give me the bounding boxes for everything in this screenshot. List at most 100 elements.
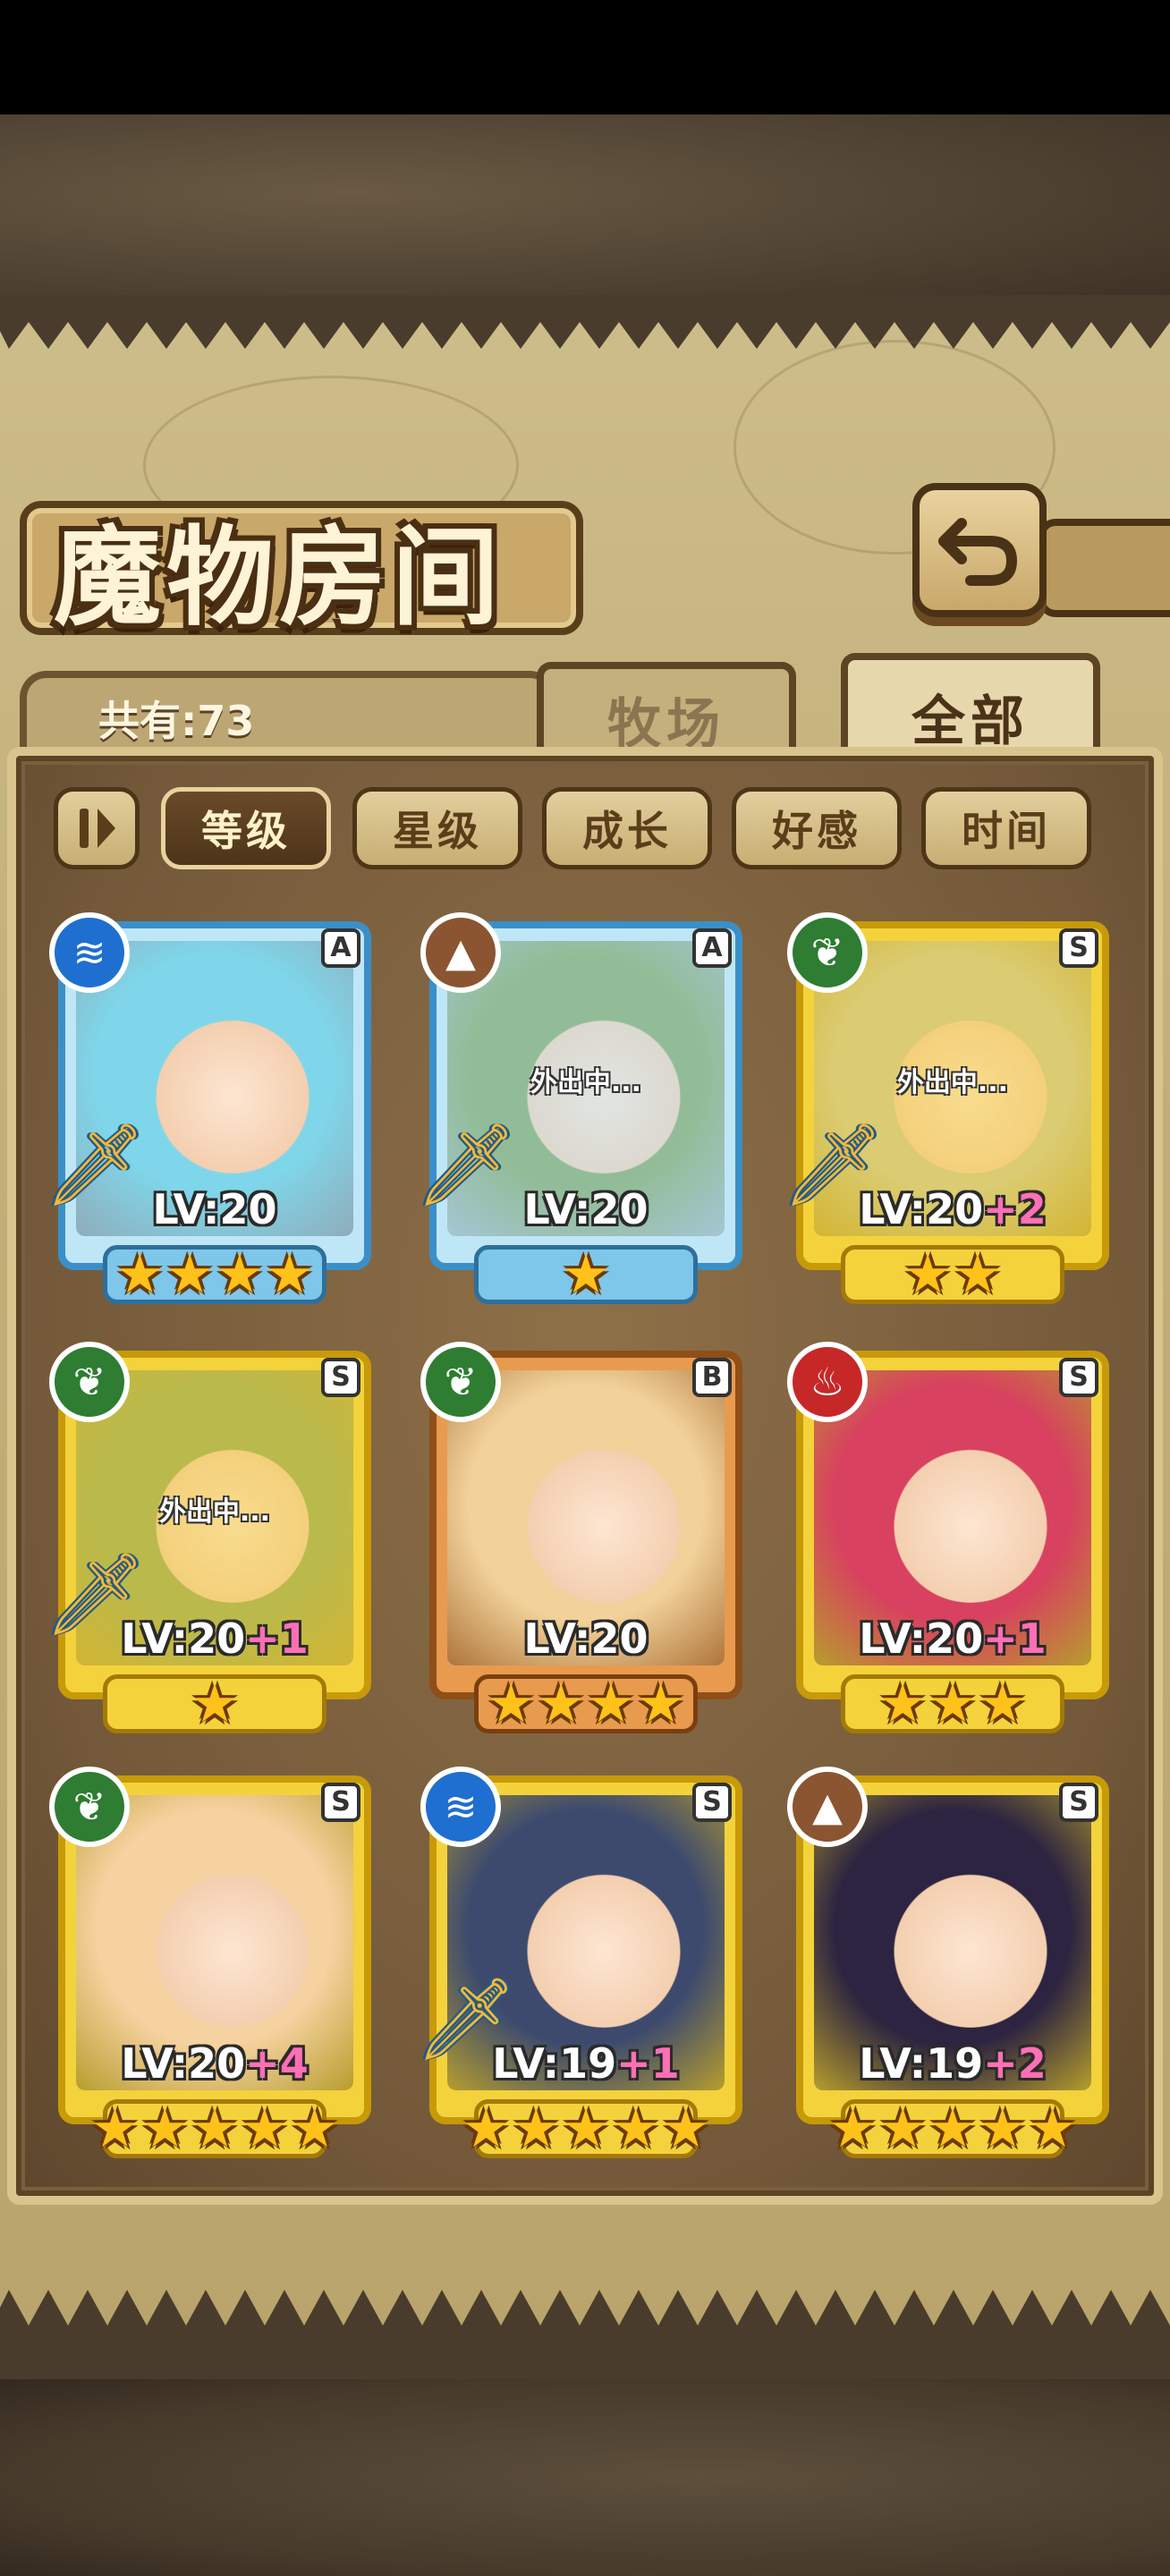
level-value: LV:20 [859, 1614, 984, 1663]
star-icon: ★ [90, 2097, 140, 2160]
star-icon: ★ [462, 2097, 511, 2160]
sort-affection-button[interactable]: 好感 [732, 787, 902, 869]
star-rating: ★ [474, 1245, 698, 1304]
star-icon: ★ [636, 1673, 685, 1735]
level-value: LV:20 [859, 1185, 984, 1233]
rarity-badge: S [692, 1783, 732, 1822]
level-label: LV:19+2 [787, 2039, 1118, 2088]
star-icon: ★ [115, 1243, 165, 1306]
rarity-badge: S [321, 1783, 360, 1822]
star-rating: ★ ★ ★ ★ [103, 1245, 326, 1304]
fire-element-icon: ♨ [787, 1342, 868, 1422]
level-label: LV:20 [420, 1185, 751, 1233]
star-icon: ★ [487, 1673, 536, 1735]
star-icon: ★ [140, 2097, 190, 2160]
star-icon: ★ [191, 2097, 239, 2160]
water-element-icon: ≋ [420, 1767, 501, 1847]
star-icon: ★ [587, 1673, 635, 1735]
monster-card[interactable]: A ▲ 外出中... 🗡 LV:20 ★ [415, 912, 751, 1315]
monster-card[interactable]: S ≋ 🗡 LV:19+1 ★ ★ ★ ★ ★ [415, 1767, 751, 2169]
earth-element-icon: ▲ [420, 912, 501, 993]
away-status: 外出中... [158, 1496, 271, 1528]
page-title: 魔物房间 [54, 514, 504, 640]
monster-card[interactable]: S ❦ 外出中... 🗡 LV:20+2 ★ ★ [782, 912, 1118, 1315]
star-icon: ★ [216, 1243, 264, 1306]
back-button[interactable] [912, 483, 1047, 617]
monster-face [519, 1433, 689, 1603]
rarity-badge: B [692, 1358, 732, 1397]
monster-face [886, 1858, 1056, 2028]
star-rating: ★ ★ [841, 1245, 1064, 1304]
sort-level-button[interactable]: 等级 [161, 787, 331, 869]
away-status: 外出中... [530, 1067, 642, 1098]
level-bonus: +2 [983, 1185, 1047, 1233]
level-bonus: +4 [245, 2039, 309, 2088]
monster-face [148, 1858, 318, 2028]
star-icon: ★ [165, 1243, 214, 1306]
star-icon: ★ [928, 1673, 977, 1735]
level-bonus: +1 [983, 1614, 1047, 1663]
monster-card[interactable]: B ❦ LV:20 ★ ★ ★ ★ [420, 1342, 751, 1744]
zigzag-border-bottom [0, 2290, 1170, 2379]
level-label: LV:20+1 [49, 1614, 380, 1663]
star-rating: ★ ★ ★ [841, 1674, 1064, 1733]
nature-element-icon: ❦ [420, 1342, 501, 1422]
zigzag-border-top [0, 295, 1170, 349]
star-rating: ★ ★ ★ ★ ★ [91, 2097, 339, 2160]
star-rating: ★ [103, 1674, 326, 1733]
star-icon: ★ [903, 1243, 952, 1306]
star-icon: ★ [537, 1673, 585, 1735]
star-rating: ★ ★ ★ ★ ★ [462, 2097, 710, 2160]
sort-time-button[interactable]: 时间 [921, 787, 1091, 869]
monster-card[interactable]: S ♨ LV:20+1 ★ ★ ★ [787, 1342, 1118, 1744]
sort-order-toggle[interactable] [54, 787, 140, 869]
monster-card[interactable]: S ▲ LV:19+2 ★ ★ ★ ★ ★ [787, 1767, 1118, 2169]
level-label: LV:20 [420, 1614, 751, 1663]
level-label: LV:20 [49, 1185, 380, 1233]
away-status: 外出中... [896, 1067, 1009, 1098]
level-label: LV:20+1 [787, 1614, 1118, 1663]
star-rating: ★ ★ ★ ★ ★ [829, 2097, 1077, 2160]
star-icon: ★ [978, 1673, 1027, 1735]
star-icon: ★ [928, 2097, 977, 2160]
level-value: LV:19 [859, 2039, 984, 2088]
level-bonus: +1 [245, 1614, 309, 1663]
nature-element-icon: ❦ [49, 1342, 130, 1422]
level-value: LV:20 [152, 1185, 277, 1233]
star-icon: ★ [611, 2097, 660, 2160]
back-bar [1038, 519, 1170, 617]
rarity-badge: S [321, 1358, 360, 1397]
level-value: LV:20 [121, 1614, 246, 1663]
map-background-top [0, 114, 1170, 311]
star-icon: ★ [191, 1673, 239, 1735]
monster-card[interactable]: A ≋ 🗡 LV:20 ★ ★ ★ ★ [44, 912, 380, 1315]
star-icon: ★ [290, 2097, 339, 2160]
nature-element-icon: ❦ [49, 1767, 130, 1847]
map-background-bottom [0, 2379, 1170, 2576]
star-icon: ★ [265, 1243, 314, 1306]
level-value: LV:20 [523, 1185, 649, 1233]
pause-toggle-icon [80, 809, 115, 848]
sort-growth-button[interactable]: 成长 [542, 787, 712, 869]
star-icon: ★ [562, 2097, 610, 2160]
sort-star-button[interactable]: 星级 [352, 787, 522, 869]
monster-face [148, 1004, 318, 1174]
star-icon: ★ [562, 1243, 610, 1306]
star-icon: ★ [1028, 2097, 1077, 2160]
monster-face [886, 1433, 1056, 1603]
star-icon: ★ [828, 2097, 878, 2160]
level-bonus: +1 [616, 2039, 680, 2088]
rarity-badge: S [1059, 1358, 1098, 1397]
level-value: LV:20 [523, 1614, 649, 1663]
rarity-badge: S [1059, 928, 1098, 968]
level-label: LV:19+1 [420, 2039, 751, 2088]
star-icon: ★ [878, 1673, 928, 1735]
star-icon: ★ [978, 2097, 1027, 2160]
monster-card[interactable]: S ❦ 外出中... 🗡 LV:20+1 ★ [44, 1342, 380, 1744]
monster-card[interactable]: S ❦ LV:20+4 ★ ★ ★ ★ ★ [49, 1767, 380, 2169]
monster-count: 共有:73 [98, 697, 255, 745]
level-label: LV:20+2 [787, 1185, 1118, 1233]
rarity-badge: A [321, 928, 360, 968]
rarity-badge: S [1059, 1783, 1098, 1822]
monster-face [519, 1858, 689, 2028]
